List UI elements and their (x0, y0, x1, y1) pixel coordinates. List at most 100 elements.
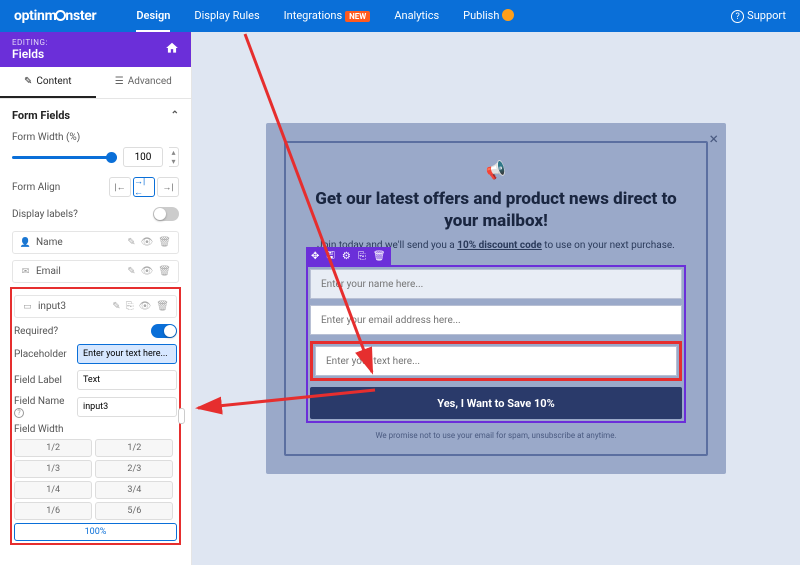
field-name-row: Field Name ? (14, 396, 177, 418)
width-1-3[interactable]: 1/3 (14, 460, 92, 478)
edit-icon[interactable]: ✎ (112, 301, 120, 312)
sidebar: EDITING: Fields ✎ Content ☰ Advanced Form … (0, 32, 192, 565)
required-label: Required? (14, 326, 58, 337)
width-5-6[interactable]: 5/6 (95, 502, 173, 520)
width-1-6[interactable]: 1/6 (14, 502, 92, 520)
pencil-icon: ✎ (24, 76, 32, 87)
mail-icon: ✉ (20, 266, 31, 277)
width-1-2b[interactable]: 1/2 (95, 439, 173, 457)
display-labels-label: Display labels? (12, 209, 78, 220)
slider-thumb[interactable] (106, 152, 117, 163)
nav-publish[interactable]: Publish (463, 1, 514, 32)
sidebar-tabs: ✎ Content ☰ Advanced (0, 67, 191, 99)
form-width-slider[interactable] (12, 156, 117, 159)
width-100[interactable]: 100% (14, 523, 177, 541)
copy-icon[interactable]: ⎘ (358, 251, 366, 262)
field-name-input[interactable] (77, 397, 177, 417)
align-group: |← →|← →| (109, 177, 179, 197)
text-input[interactable] (315, 346, 677, 376)
resize-handle[interactable] (178, 408, 185, 424)
visibility-icon[interactable]: 👁 (141, 266, 154, 277)
annotation-red-box-input (310, 341, 682, 381)
form-width-label: Form Width (%) (12, 132, 80, 143)
align-center-button[interactable]: →|← (133, 177, 155, 197)
delete-icon[interactable]: 🗑 (158, 237, 171, 248)
nav-analytics[interactable]: Analytics (394, 1, 439, 32)
tab-advanced[interactable]: ☰ Advanced (96, 67, 192, 98)
step-up-icon[interactable]: ▴ (169, 148, 178, 157)
form-block-selected[interactable]: ✥ 🖫 ⚙ ⎘ 🗑 Yes, I Want to Save 10% (306, 265, 686, 423)
placeholder-input[interactable] (77, 344, 177, 364)
field-label-input[interactable] (77, 370, 177, 390)
width-1-4[interactable]: 1/4 (14, 481, 92, 499)
width-stepper[interactable]: ▴▾ (169, 147, 179, 167)
nav-integrations[interactable]: IntegrationsNEW (284, 1, 371, 32)
section-form-fields[interactable]: Form Fields ⌃ (12, 109, 179, 122)
block-toolbar: ✥ 🖫 ⚙ ⎘ 🗑 (306, 247, 391, 265)
copy-icon[interactable]: ⎘ (126, 301, 134, 312)
tab-advanced-label: Advanced (128, 76, 172, 87)
field-item-input3[interactable]: ▭ input3 ✎ ⎘ 👁 🗑 (14, 295, 177, 318)
tab-content[interactable]: ✎ Content (0, 67, 96, 98)
nav-links: Design Display Rules IntegrationsNEW Ana… (136, 1, 514, 32)
top-nav: optinmnster Design Display Rules Integra… (0, 0, 800, 32)
edit-icon[interactable]: ✎ (127, 266, 135, 277)
field-label-label: Field Label (14, 375, 62, 386)
email-input[interactable] (310, 305, 682, 335)
text-icon: ▭ (22, 301, 33, 312)
nav-design[interactable]: Design (136, 1, 170, 32)
gear-icon[interactable]: ⚙ (342, 251, 351, 262)
tab-content-label: Content (36, 76, 71, 87)
close-icon[interactable]: × (709, 129, 718, 148)
display-labels-toggle[interactable] (153, 207, 179, 221)
form-width-row: Form Width (%) ▴▾ (12, 132, 179, 167)
width-2-3[interactable]: 2/3 (95, 460, 173, 478)
required-row: Required? (14, 324, 177, 338)
logo: optinmnster (14, 8, 96, 24)
field-label-row: Field Label (14, 370, 177, 390)
field-name-label: Field Name (14, 396, 64, 407)
nav-display-rules[interactable]: Display Rules (194, 1, 259, 32)
editing-label: EDITING: (12, 38, 48, 47)
required-toggle[interactable] (151, 324, 177, 338)
popup-heading[interactable]: Get our latest offers and product news d… (306, 188, 686, 232)
align-right-button[interactable]: →| (157, 177, 179, 197)
edit-icon[interactable]: ✎ (127, 237, 135, 248)
sliders-icon: ☰ (115, 76, 124, 87)
align-left-button[interactable]: |← (109, 177, 131, 197)
home-icon[interactable] (165, 40, 179, 59)
popup-preview: × 📢 Get our latest offers and product ne… (266, 123, 726, 474)
move-icon[interactable]: ✥ (311, 251, 319, 262)
placeholder-row: Placeholder (14, 344, 177, 364)
field-email-label: Email (36, 266, 61, 277)
visibility-icon[interactable]: 👁 (141, 237, 154, 248)
field-input3-label: input3 (38, 301, 66, 312)
step-down-icon[interactable]: ▾ (169, 157, 178, 166)
nav-publish-label: Publish (463, 9, 499, 22)
width-3-4[interactable]: 3/4 (95, 481, 173, 499)
nav-integrations-label: Integrations (284, 9, 342, 22)
user-icon: 👤 (20, 237, 31, 248)
field-item-name[interactable]: 👤Name ✎👁🗑 (12, 231, 179, 254)
width-1-2a[interactable]: 1/2 (14, 439, 92, 457)
canvas: × 📢 Get our latest offers and product ne… (192, 32, 800, 565)
support-label: Support (747, 9, 786, 22)
editing-header: EDITING: Fields (0, 32, 191, 67)
help-icon[interactable]: ? (14, 408, 24, 418)
name-input[interactable] (310, 269, 682, 299)
save-icon[interactable]: 🖫 (326, 248, 335, 265)
field-item-email[interactable]: ✉ Email ✎ 👁 🗑 (12, 260, 179, 283)
new-badge: NEW (345, 11, 370, 22)
annotation-red-box-sidebar: ▭ input3 ✎ ⎘ 👁 🗑 Required? Placeholder Field… (10, 287, 181, 545)
visibility-icon[interactable]: 👁 (139, 301, 152, 312)
field-width-label: Field Width (14, 424, 64, 435)
delete-icon[interactable]: 🗑 (156, 301, 169, 312)
fineprint[interactable]: We promise not to use your email for spa… (306, 431, 686, 440)
help-icon: ? (731, 10, 744, 23)
support-link[interactable]: ?Support (731, 9, 786, 23)
trash-icon[interactable]: 🗑 (373, 251, 386, 262)
cta-button[interactable]: Yes, I Want to Save 10% (310, 387, 682, 419)
section-title: Form Fields (12, 109, 70, 122)
form-width-input[interactable] (123, 147, 163, 167)
delete-icon[interactable]: 🗑 (158, 266, 171, 277)
